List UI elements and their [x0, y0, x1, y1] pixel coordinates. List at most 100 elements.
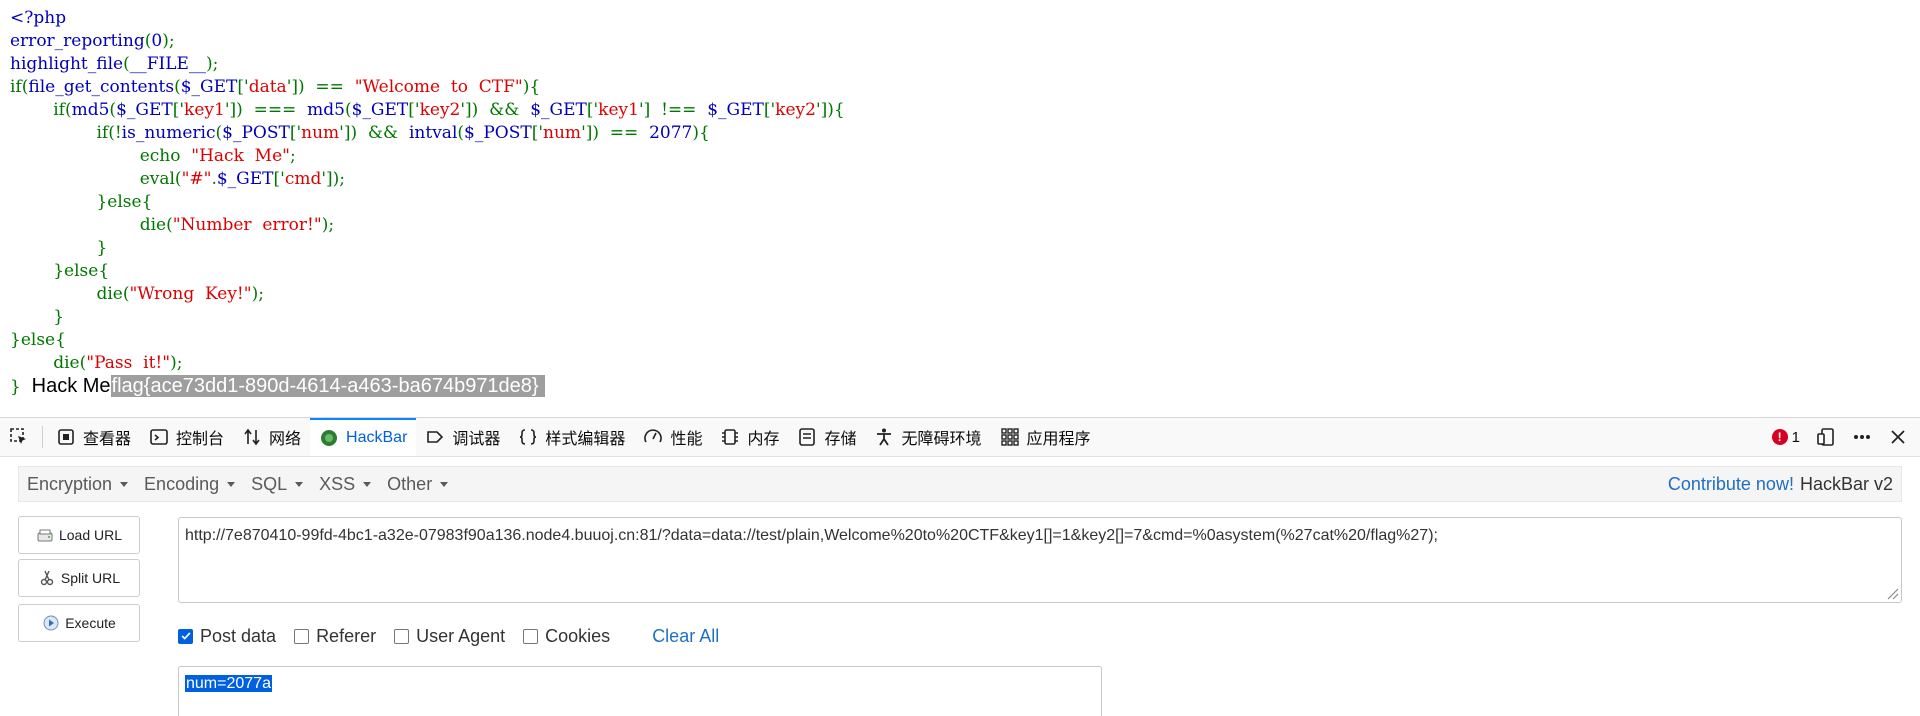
url-input[interactable]: http://7e870410-99fd-4bc1-a32e-07983f90a…	[178, 517, 1902, 603]
code-token: die(	[10, 353, 87, 373]
menu-sql[interactable]: SQL	[243, 474, 311, 495]
split-url-button[interactable]: Split URL	[18, 559, 140, 597]
element-picker-button[interactable]	[0, 418, 38, 456]
code-line: if(md5($_GET['key1']) === md5($_GET['key…	[10, 99, 1910, 122]
resize-handle-icon[interactable]	[1885, 586, 1899, 600]
tab-label: 无障碍环境	[901, 431, 982, 448]
tab-application[interactable]: 应用程序	[991, 418, 1100, 456]
code-token: ){	[692, 123, 710, 143]
menu-label: XSS	[319, 473, 356, 494]
menu-label: Encoding	[144, 473, 220, 494]
tab-storage[interactable]: 存储	[788, 418, 865, 456]
code-token: ['	[531, 123, 544, 143]
menu-label: Encryption	[27, 473, 113, 494]
option-label: Post data	[200, 625, 277, 646]
checkmark-icon	[181, 632, 190, 640]
chevron-down-icon	[227, 481, 236, 487]
accessibility-icon	[874, 427, 894, 447]
code-token: }	[10, 307, 65, 327]
code-token: ']){	[815, 100, 845, 120]
code-token: }else{	[10, 330, 66, 350]
hackbar-menu-right: Contribute now! HackBar v2	[1668, 467, 1893, 501]
code-token: file_get_contents	[28, 77, 175, 97]
tab-label: 样式编辑器	[545, 431, 626, 448]
code-token: 0	[151, 31, 163, 51]
option-post-data[interactable]: Post data	[178, 626, 276, 647]
load-url-button[interactable]: Load URL	[18, 516, 140, 554]
tab-debugger[interactable]: 调试器	[416, 418, 509, 456]
option-checkboxes: Post data Referer User Agent Cookies	[178, 626, 628, 647]
code-token: cmd	[284, 169, 322, 189]
code-closing-brace: }	[10, 377, 21, 397]
debugger-icon	[425, 427, 445, 447]
option-label: User Agent	[416, 625, 506, 646]
post-data-text: num=2077a	[185, 675, 272, 692]
code-token: ['	[237, 77, 249, 97]
output-flag: flag{ace73dd1-890d-4614-a463-ba674b971de…	[110, 375, 545, 397]
error-count-badge[interactable]: ! 1	[1771, 429, 1800, 446]
code-line-output: } Hack Meflag{ace73dd1-890d-4614-a463-ba…	[10, 375, 1910, 398]
load-url-label: Load URL	[58, 527, 123, 543]
code-token: "Wrong Key!"	[129, 284, 252, 304]
page-output: Hack Meflag{ace73dd1-890d-4614-a463-ba67…	[32, 375, 545, 397]
code-token: <?php	[10, 8, 67, 28]
inspector-icon	[56, 427, 76, 447]
tab-performance[interactable]: 性能	[634, 418, 711, 456]
code-token: echo	[10, 146, 192, 166]
checkbox[interactable]	[394, 628, 410, 644]
chevron-down-icon	[295, 481, 304, 487]
tab-hackbar[interactable]: HackBar	[310, 418, 417, 456]
devtools-tabs: 查看器 控制台 网络 HackBar 调试器 样式编辑器 性能 内存 存储 无障碍环境 应用程序	[47, 418, 1100, 456]
checkbox[interactable]	[294, 628, 310, 644]
code-token: );	[321, 215, 335, 235]
close-icon[interactable]	[1888, 427, 1908, 447]
code-token: ['	[408, 100, 420, 120]
code-token: );	[170, 353, 183, 373]
tab-accessibility[interactable]: 无障碍环境	[865, 418, 990, 456]
code-token: "Hack Me"	[191, 146, 290, 166]
responsive-design-icon[interactable]	[1816, 427, 1836, 447]
code-token: ['	[172, 100, 185, 120]
more-options-icon[interactable]	[1852, 427, 1872, 447]
menu-other[interactable]: Other	[379, 474, 456, 495]
chevron-down-icon	[120, 481, 129, 487]
memory-icon	[720, 427, 740, 447]
code-token: ['	[273, 169, 285, 189]
code-token: $_GET	[116, 100, 173, 120]
code-token: (	[123, 54, 130, 74]
code-line: die("Number error!");	[10, 214, 1910, 237]
code-token: (	[344, 100, 352, 120]
checkbox[interactable]	[523, 628, 539, 644]
checkbox[interactable]	[178, 628, 193, 644]
code-token: error_reporting	[10, 31, 145, 51]
split-url-label: Split URL	[60, 570, 121, 586]
execute-button[interactable]: Execute	[18, 604, 140, 642]
contribute-link[interactable]: Contribute now!	[1668, 474, 1794, 495]
menu-encoding[interactable]: Encoding	[136, 474, 243, 495]
menu-encryption[interactable]: Encryption	[19, 474, 136, 495]
code-line: die("Pass it!");	[10, 352, 1910, 375]
console-icon	[149, 427, 169, 447]
code-token: "Welcome to CTF"	[354, 77, 523, 97]
menu-xss[interactable]: XSS	[311, 474, 379, 495]
option-cookies[interactable]: Cookies	[523, 626, 610, 647]
hackbar-icon	[319, 428, 339, 448]
code-token: ']) ==	[581, 123, 650, 143]
code-token: }else{	[10, 261, 110, 281]
tab-network[interactable]: 网络	[233, 418, 310, 456]
code-line: }else{	[10, 260, 1910, 283]
code-token: ']);	[321, 169, 346, 189]
tab-console[interactable]: 控制台	[140, 418, 233, 456]
clear-all-link[interactable]: Clear All	[652, 626, 719, 647]
network-icon	[242, 427, 262, 447]
devtools-toolbar: 查看器 控制台 网络 HackBar 调试器 样式编辑器 性能 内存 存储 无障碍环境 应用程序 !…	[0, 417, 1920, 457]
tab-inspector[interactable]: 查看器	[47, 418, 140, 456]
option-user-agent[interactable]: User Agent	[394, 626, 505, 647]
code-token: ']) ==	[286, 77, 355, 97]
option-referer[interactable]: Referer	[294, 626, 376, 647]
tab-memory[interactable]: 内存	[711, 418, 788, 456]
php-source-code: <?php error_reporting(0); highlight_file(_…	[10, 7, 1910, 398]
element-picker-icon	[9, 427, 29, 447]
post-data-input[interactable]: num=2077a	[178, 666, 1102, 716]
tab-style-editor[interactable]: 样式编辑器	[509, 418, 634, 456]
